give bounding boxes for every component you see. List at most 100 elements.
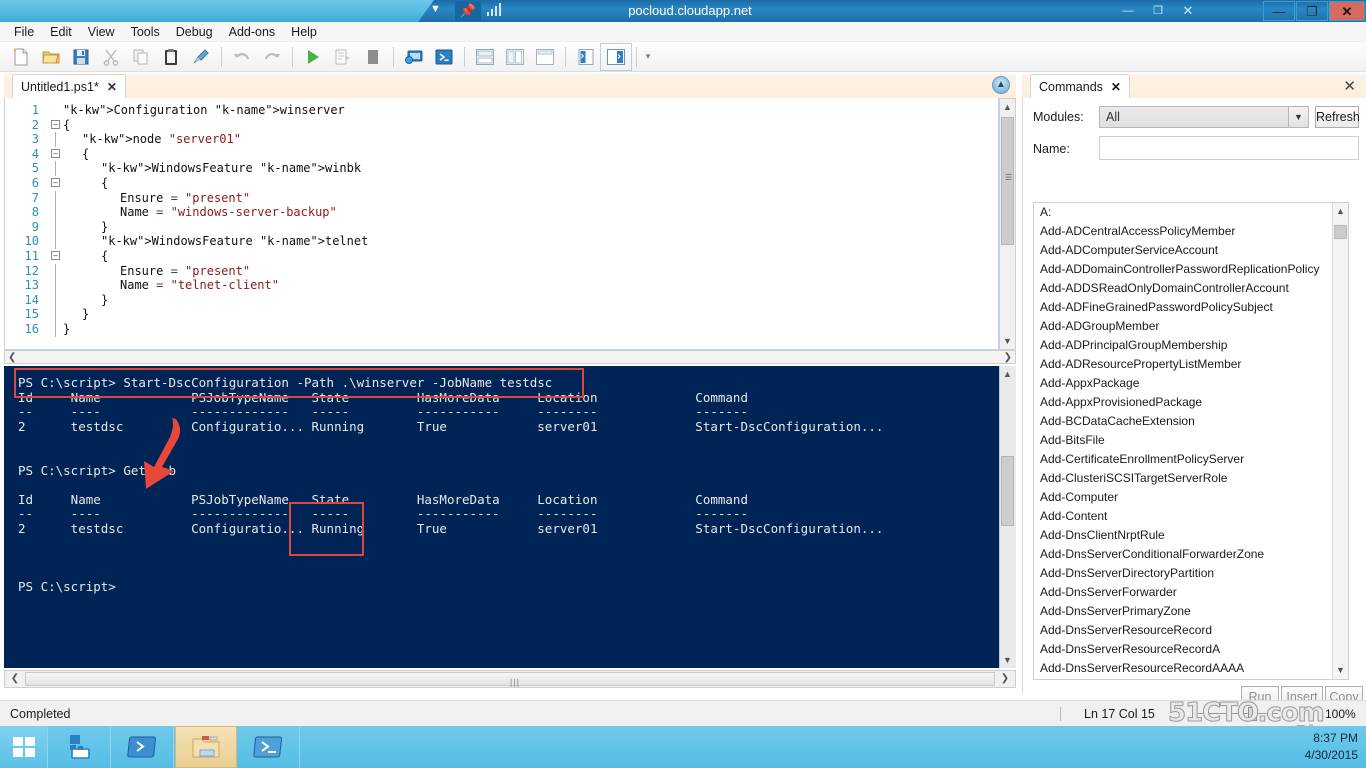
editor-vertical-scrollbar[interactable]: ▲ ☰ ▼ [999,98,1016,350]
zoom-slider-thumb[interactable] [1248,707,1257,721]
fold-toggle-icon[interactable]: – [51,178,60,187]
show-command-addon-icon[interactable] [571,44,601,70]
new-powershell-tab-icon[interactable] [429,44,459,70]
layout-maximized-icon[interactable] [530,44,560,70]
list-item[interactable]: Add-ADCentralAccessPolicyMember [1034,222,1348,241]
undo-icon[interactable] [227,44,257,70]
list-item[interactable]: Add-DnsServerResourceRecordA [1034,640,1348,659]
close-icon[interactable]: ✕ [1111,80,1121,94]
tab-commands[interactable]: Commands ✕ [1030,74,1130,98]
editor-tab-untitled1[interactable]: Untitled1.ps1* ✕ [12,74,126,98]
chevron-down-icon[interactable]: ▼ [1288,107,1308,127]
list-item[interactable]: Add-DnsServerResourceRecordCName [1034,678,1348,679]
list-item[interactable]: Add-ADComputerServiceAccount [1034,241,1348,260]
list-item[interactable]: Add-ADGroupMember [1034,317,1348,336]
menu-add-ons[interactable]: Add-ons [221,24,284,40]
scrollbar-thumb[interactable] [1001,456,1014,526]
menu-help[interactable]: Help [283,24,325,40]
code-editor[interactable]: 1 "k-kw">Configuration "k-name">winserver… [4,98,999,350]
list-item[interactable]: Add-ADFineGrainedPasswordPolicySubject [1034,298,1348,317]
fold-toggle-icon[interactable]: – [51,251,60,260]
chevron-down-icon[interactable]: ▼ [1000,333,1015,349]
list-item[interactable]: Add-Content [1034,507,1348,526]
chevron-down-icon[interactable]: ▼ [1000,652,1015,668]
scrollbar-thumb[interactable]: ||| [25,672,995,687]
console-vertical-scrollbar[interactable]: ▲ ▼ [999,366,1016,668]
redo-icon[interactable] [257,44,287,70]
chevron-up-icon[interactable]: ▲ [1000,99,1015,115]
chevron-up-icon[interactable]: ▲ [1333,203,1348,220]
chevron-left-icon[interactable]: ❮ [6,671,24,687]
run-script-icon[interactable] [298,44,328,70]
toolbar-overflow-icon[interactable]: ▾ [642,44,654,70]
chevron-up-icon[interactable]: ▲ [1000,366,1015,382]
paste-clipboard-icon[interactable] [156,44,186,70]
pane-splitter[interactable]: ❮ ❯ [4,350,1016,364]
list-item[interactable]: Add-DnsServerPrimaryZone [1034,602,1348,621]
maximize-button[interactable]: ❐ [1296,1,1328,21]
list-item[interactable]: Add-DnsServerConditionalForwarderZone [1034,545,1348,564]
list-item[interactable]: Add-ClusteriSCSITargetServerRole [1034,469,1348,488]
menu-tools[interactable]: Tools [123,24,168,40]
console-horizontal-scrollbar[interactable]: ❮ ||| ❯ [4,670,1016,688]
taskbar-item-file-explorer[interactable] [175,726,237,768]
cut-scissors-icon[interactable] [96,44,126,70]
list-item[interactable]: Add-ADDomainControllerPasswordReplicatio… [1034,260,1348,279]
list-item[interactable]: Add-CertificateEnrollmentPolicyServer [1034,450,1348,469]
list-item[interactable]: Add-DnsServerDirectoryPartition [1034,564,1348,583]
pin-icon[interactable]: 📌 [455,1,481,21]
taskbar-item-powershell-ise[interactable] [238,726,300,768]
open-folder-icon[interactable] [36,44,66,70]
fold-toggle-icon[interactable]: – [51,119,60,129]
list-item[interactable]: Add-DnsClientNrptRule [1034,526,1348,545]
close-button[interactable]: ✕ [1329,1,1365,21]
list-item[interactable]: Add-AppxProvisionedPackage [1034,393,1348,412]
list-item[interactable]: Add-DnsServerForwarder [1034,583,1348,602]
list-item[interactable]: Add-AppxPackage [1034,374,1348,393]
system-clock[interactable]: 8:37 PM 4/30/2015 [1248,730,1358,764]
menu-file[interactable]: File [6,24,42,40]
list-item[interactable]: Add-DnsServerResourceRecordAAAA [1034,659,1348,678]
list-item[interactable]: Add-ADPrincipalGroupMembership [1034,336,1348,355]
list-item[interactable]: Add-ADResourcePropertyListMember [1034,355,1348,374]
list-item[interactable]: Add-Computer [1034,488,1348,507]
chevron-down-icon[interactable]: ▼ [1333,662,1348,679]
new-remote-tab-icon[interactable] [399,44,429,70]
modules-select[interactable]: All [1099,106,1309,128]
menu-view[interactable]: View [80,24,123,40]
zoom-slider-track[interactable] [1198,713,1278,714]
menu-edit[interactable]: Edit [42,24,80,40]
chevron-up-circle-icon[interactable]: ▲ [992,76,1010,94]
refresh-button[interactable]: Refresh [1315,106,1360,128]
list-item[interactable]: Add-BitsFile [1034,431,1348,450]
layout-side-by-side-icon[interactable] [500,44,530,70]
chevron-down-icon[interactable]: ▼ [430,3,441,15]
console-pane[interactable]: PS C:\script> Start-DscConfiguration -Pa… [4,366,1016,668]
chevron-right-icon[interactable]: ❯ [1004,352,1012,363]
menu-debug[interactable]: Debug [168,24,221,40]
taskbar-item-server-manager[interactable] [49,726,111,768]
save-icon[interactable] [66,44,96,70]
list-item[interactable]: Add-BCDataCacheExtension [1034,412,1348,431]
copy-icon[interactable] [126,44,156,70]
scrollbar-thumb[interactable]: ☰ [1001,117,1014,245]
list-item[interactable]: Add-ADDSReadOnlyDomainControllerAccount [1034,279,1348,298]
chevron-left-icon[interactable]: ❮ [8,352,16,363]
rdp-close-icon[interactable]: ✕ [1178,2,1198,20]
taskbar-item-powershell[interactable] [112,726,174,768]
layout-top-bottom-icon[interactable] [470,44,500,70]
list-item[interactable]: A: [1034,203,1348,222]
fold-toggle-icon[interactable]: – [51,148,60,158]
show-command-window-icon[interactable] [600,42,632,71]
commands-list-scrollbar[interactable]: ▲ ▼ [1332,203,1348,679]
name-input[interactable] [1099,136,1359,160]
run-selection-icon[interactable] [328,44,358,70]
windows-start-icon[interactable] [0,726,48,768]
stop-operation-icon[interactable] [358,44,388,70]
chevron-right-icon[interactable]: ❯ [996,671,1014,687]
commands-list[interactable]: A: Add-ADCentralAccessPolicyMember Add-ADC… [1033,202,1349,680]
new-script-icon[interactable] [6,44,36,70]
panel-close-icon[interactable]: ✕ [1343,77,1356,95]
list-item[interactable]: Add-DnsServerResourceRecord [1034,621,1348,640]
clear-console-icon[interactable] [186,44,216,70]
